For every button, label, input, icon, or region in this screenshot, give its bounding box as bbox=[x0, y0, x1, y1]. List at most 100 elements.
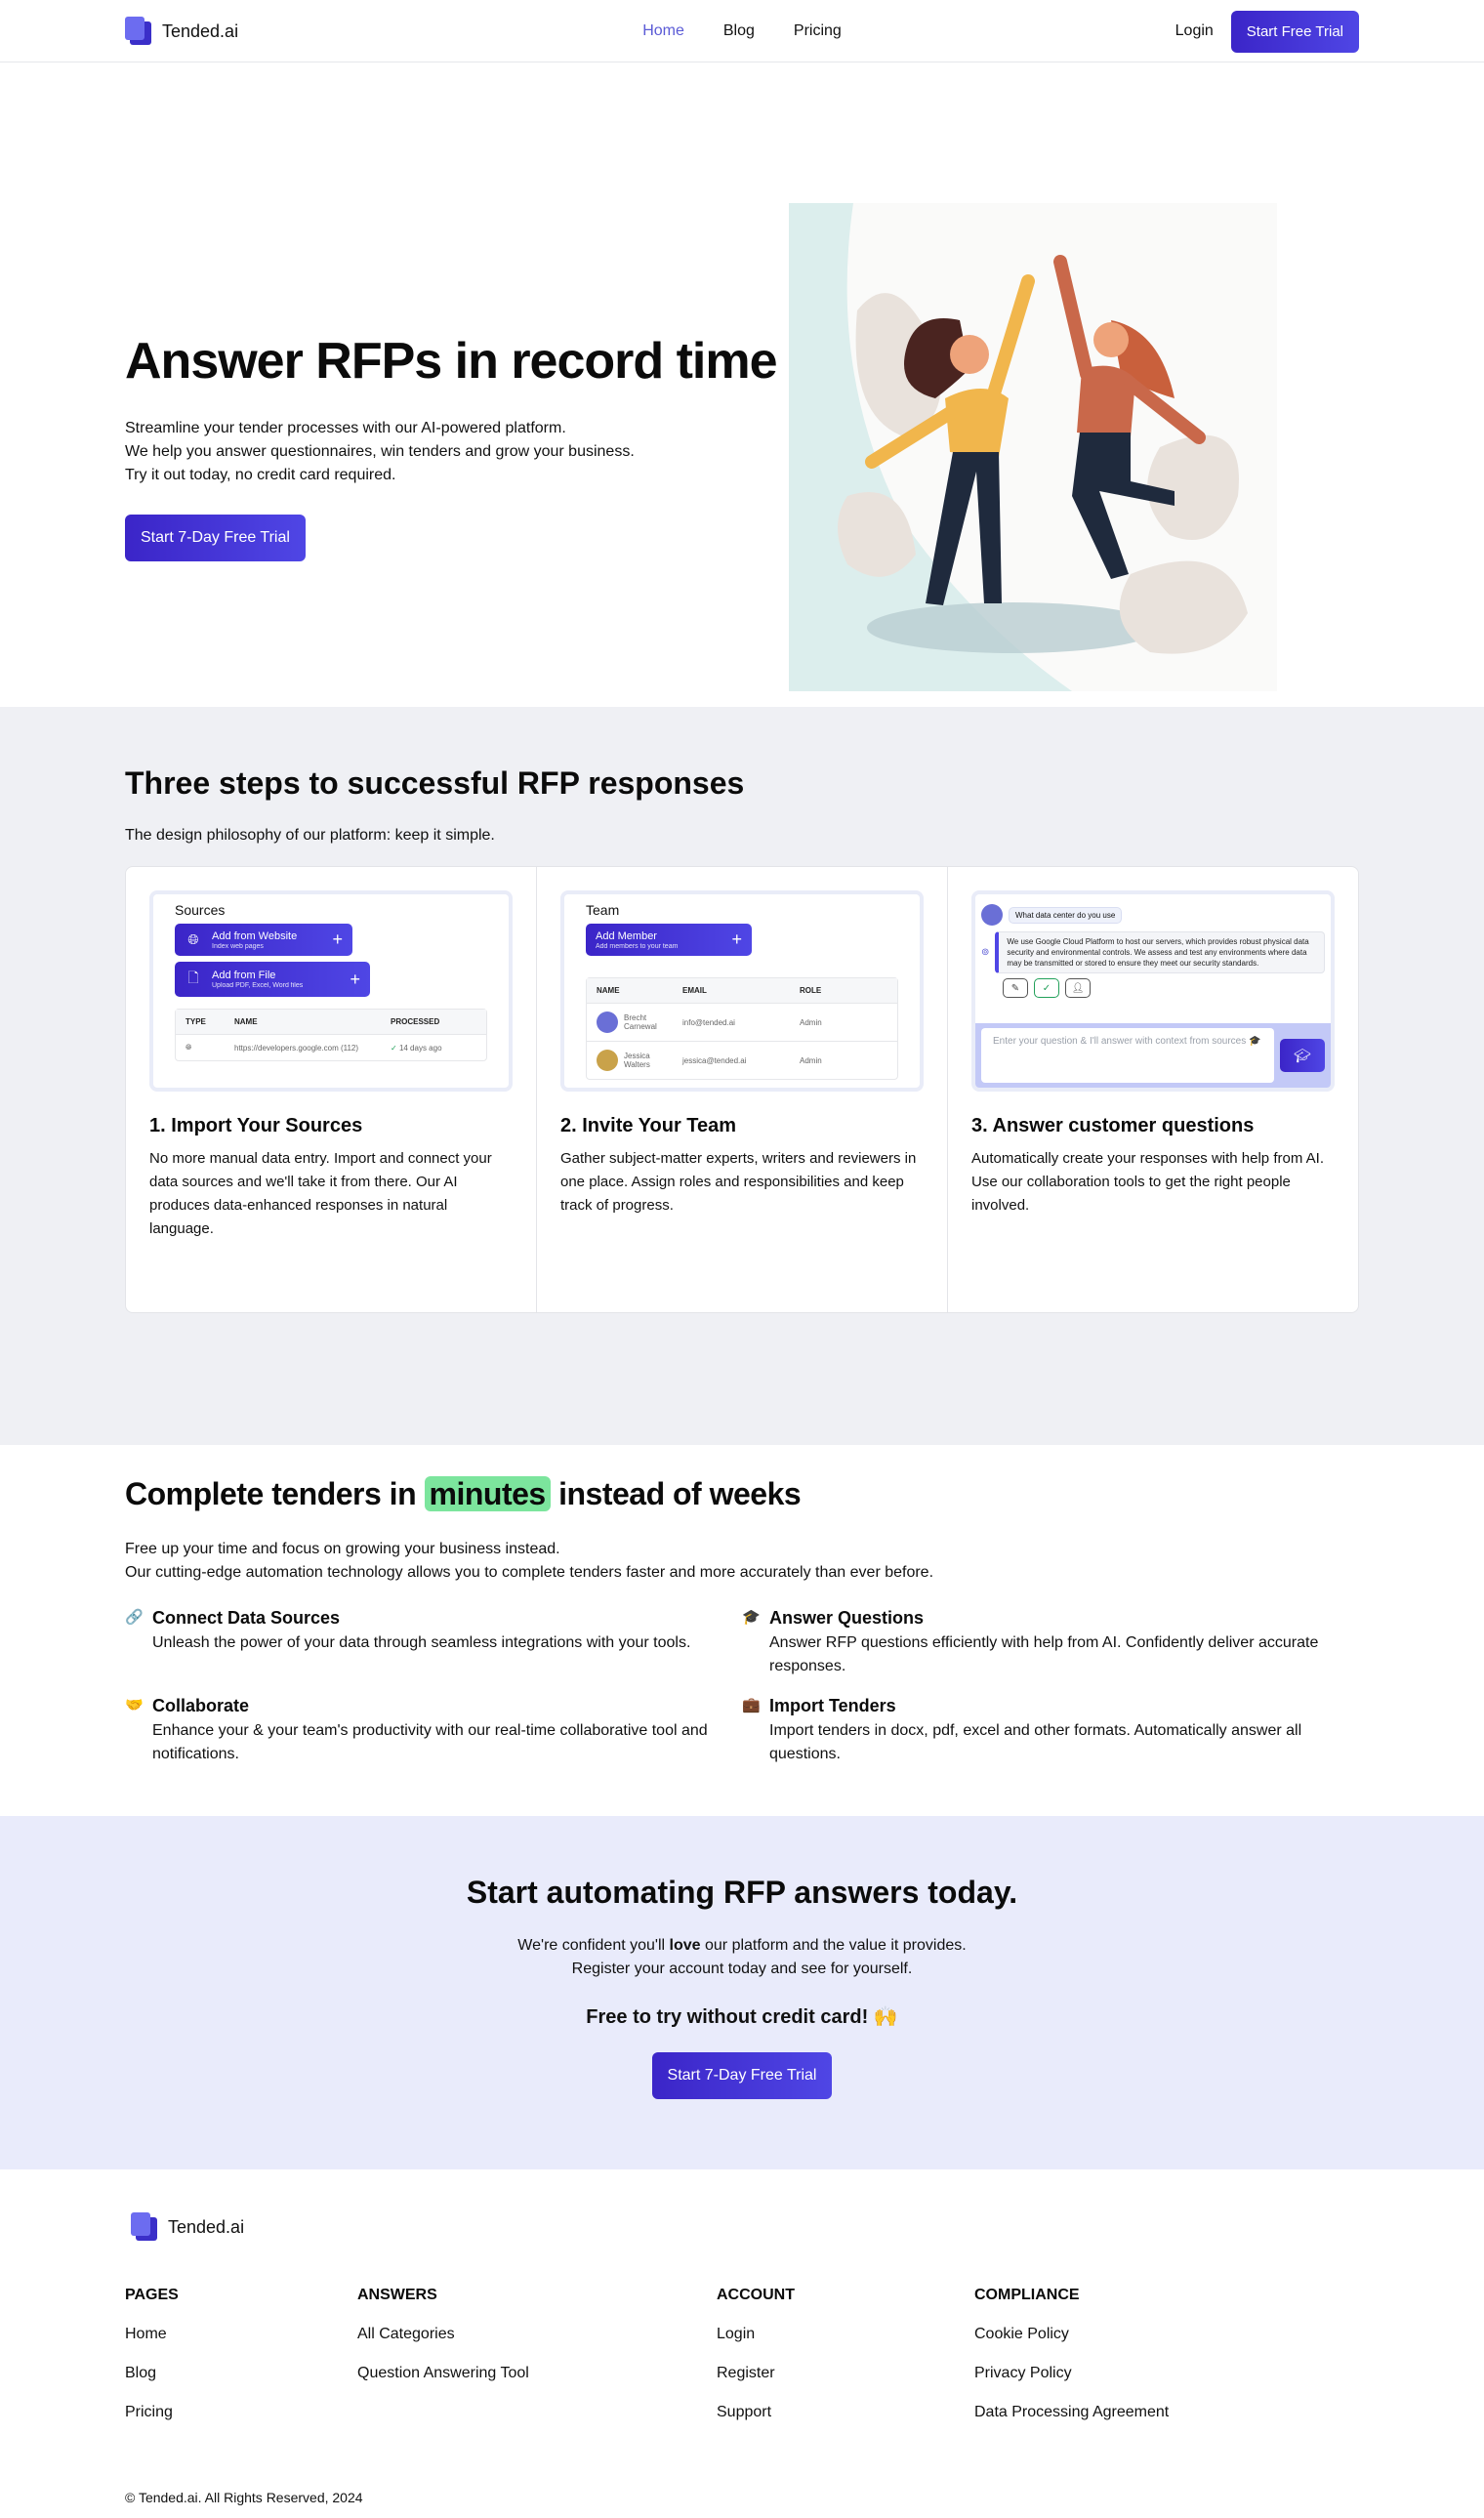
footer-heading: ACCOUNT bbox=[717, 2287, 795, 2303]
step-title: 2. Invite Your Team bbox=[560, 1115, 737, 1136]
cta-title: Start automating RFP answers today. bbox=[466, 1875, 1018, 1910]
link-icon: 🔗 bbox=[125, 1609, 144, 1626]
footer-link-cookie-policy[interactable]: Cookie Policy bbox=[974, 2326, 1169, 2343]
copyright: © Tended.ai. All Rights Reserved, 2024 bbox=[125, 2490, 363, 2505]
member-email: jessica@tended.ai bbox=[682, 1055, 747, 1065]
edit-icon[interactable]: ✎ bbox=[1003, 978, 1028, 998]
member-role: Admin bbox=[800, 1017, 822, 1027]
hero-line-1: Streamline your tender processes with ou… bbox=[125, 420, 566, 437]
feature-import-tenders: 💼 Import Tenders Import tenders in docx, … bbox=[742, 1694, 1359, 1766]
logo-link[interactable]: Tended.ai bbox=[125, 17, 238, 46]
check-icon[interactable]: ✓ bbox=[1034, 978, 1059, 998]
footer-link-question-answering-tool[interactable]: Question Answering Tool bbox=[357, 2365, 717, 2382]
cta-text-line-2: Register your account today and see for … bbox=[571, 1961, 913, 1977]
nav-link-pricing[interactable]: Pricing bbox=[794, 22, 842, 40]
features-lead: Free up your time and focus on growing y… bbox=[125, 1538, 1359, 1585]
footer-link-home[interactable]: Home bbox=[125, 2326, 357, 2343]
title-part: Complete tenders in bbox=[125, 1476, 425, 1511]
step-text: Automatically create your responses with… bbox=[971, 1150, 1324, 1214]
plus-icon: + bbox=[350, 969, 360, 989]
footer-heading: PAGES bbox=[125, 2287, 179, 2303]
briefcase-icon: 💼 bbox=[742, 1697, 761, 1713]
step-card-answer: What data center do you use ⊚ We use Goo… bbox=[948, 867, 1358, 1312]
add-from-file-button[interactable]: 🗋 Add from File Upload PDF, Excel, Word f… bbox=[175, 962, 370, 997]
nav-link-blog[interactable]: Blog bbox=[723, 22, 755, 40]
hero-section: Answer RFPs in record time Streamline yo… bbox=[0, 62, 1484, 707]
logo-icon bbox=[131, 2212, 158, 2242]
step-card-sources: Sources 🌐︎ Add from Website Index web pag… bbox=[126, 867, 537, 1312]
processed-status: ✓ 14 days ago bbox=[391, 1044, 442, 1053]
globe-icon: 🌐︎ bbox=[187, 931, 199, 947]
cta-text-part: We're confident you'll bbox=[517, 1937, 670, 1954]
cta-text-part: our platform and the value it provides. bbox=[700, 1937, 967, 1954]
question-bubble: What data center do you use bbox=[1009, 906, 1123, 924]
start-free-trial-button[interactable]: Start Free Trial bbox=[1230, 10, 1359, 53]
footer-logo[interactable]: Tended.ai bbox=[131, 2212, 1359, 2242]
footer-link-blog[interactable]: Blog bbox=[125, 2365, 357, 2382]
sources-mockup: Sources 🌐︎ Add from Website Index web pag… bbox=[149, 890, 513, 1092]
feature-connect-data-sources: 🔗 Connect Data Sources Unleash the power … bbox=[125, 1606, 742, 1678]
footer-link-all-categories[interactable]: All Categories bbox=[357, 2326, 717, 2343]
sources-heading: Sources bbox=[175, 902, 226, 918]
footer-link-pricing[interactable]: Pricing bbox=[125, 2404, 357, 2421]
footer-link-privacy-policy[interactable]: Privacy Policy bbox=[974, 2365, 1169, 2382]
column-header-processed: PROCESSED bbox=[391, 1017, 440, 1026]
cta-trial-button[interactable]: Start 7-Day Free Trial bbox=[651, 2052, 833, 2099]
graduation-cap-icon: 🎓 bbox=[742, 1609, 761, 1626]
lead-line-2: Our cutting-edge automation technology a… bbox=[125, 1564, 934, 1581]
add-member-button[interactable]: Add Member Add members to your team + bbox=[586, 924, 752, 956]
hero-trial-button[interactable]: Start 7-Day Free Trial bbox=[125, 515, 306, 562]
footer-column-account: ACCOUNT Login Register Support bbox=[717, 2287, 974, 2421]
team-table: NAME EMAIL ROLE Brecht Carnewal info@ten… bbox=[586, 977, 898, 1080]
nav-link-home[interactable]: Home bbox=[642, 22, 684, 40]
question-input[interactable]: Enter your question & I'll answer with c… bbox=[981, 1028, 1274, 1083]
graduation-cap-icon[interactable]: 🎓︎ bbox=[1280, 1039, 1325, 1072]
footer-heading: ANSWERS bbox=[357, 2287, 437, 2303]
add-file-subtitle: Upload PDF, Excel, Word files bbox=[212, 982, 304, 989]
avatar bbox=[597, 1050, 618, 1071]
footer-link-data-processing-agreement[interactable]: Data Processing Agreement bbox=[974, 2404, 1169, 2421]
steps-subtitle: The design philosophy of our platform: k… bbox=[125, 827, 495, 844]
column-header-role: ROLE bbox=[800, 986, 822, 995]
step-title: 1. Import Your Sources bbox=[149, 1115, 363, 1136]
highlighted-word: minutes bbox=[424, 1476, 551, 1511]
lead-line-1: Free up your time and focus on growing y… bbox=[125, 1541, 560, 1557]
plus-icon: + bbox=[332, 929, 343, 949]
avatar bbox=[597, 1011, 618, 1033]
footer-column-compliance: COMPLIANCE Cookie Policy Privacy Policy … bbox=[974, 2287, 1169, 2421]
handshake-icon: 🤝 bbox=[125, 1697, 144, 1713]
column-header-email: EMAIL bbox=[682, 986, 707, 995]
team-heading: Team bbox=[586, 902, 620, 918]
add-user-icon[interactable]: 👤︎ bbox=[1065, 978, 1091, 998]
logo-icon bbox=[125, 17, 152, 46]
add-file-title: Add from File bbox=[212, 970, 276, 981]
step-text: No more manual data entry. Import and co… bbox=[149, 1150, 492, 1237]
table-row: 🌐︎ https://developers.google.com (112) ✓… bbox=[176, 1035, 486, 1060]
steps-cards: Sources 🌐︎ Add from Website Index web pag… bbox=[125, 866, 1359, 1313]
member-name: Jessica Walters bbox=[624, 1052, 650, 1069]
free-trial-note: Free to try without credit card! 🙌 bbox=[586, 2006, 898, 2028]
feature-text: Unleash the power of your data through s… bbox=[152, 1634, 691, 1651]
member-name: Brecht Carnewal bbox=[624, 1013, 657, 1031]
footer-link-login[interactable]: Login bbox=[717, 2326, 974, 2343]
feature-collaborate: 🤝 Collaborate Enhance your & your team's … bbox=[125, 1694, 742, 1766]
table-row: Brecht Carnewal info@tended.ai Admin bbox=[587, 1004, 897, 1042]
answer-bubble: We use Google Cloud Platform to host our… bbox=[995, 931, 1325, 973]
source-name: https://developers.google.com (112) bbox=[234, 1043, 359, 1053]
hero-illustration bbox=[789, 203, 1277, 691]
logo-text: Tended.ai bbox=[162, 21, 239, 41]
search-icon: ⊚ bbox=[981, 947, 990, 958]
hero-title: Answer RFPs in record time bbox=[125, 333, 778, 390]
footer-heading: COMPLIANCE bbox=[974, 2287, 1080, 2303]
add-from-website-button[interactable]: 🌐︎ Add from Website Index web pages + bbox=[175, 924, 352, 956]
footer-link-support[interactable]: Support bbox=[717, 2404, 974, 2421]
cta-text: We're confident you'll love our platform… bbox=[0, 1934, 1484, 1981]
question-input-bar: Enter your question & I'll answer with c… bbox=[975, 1023, 1331, 1088]
hero-description: Streamline your tender processes with ou… bbox=[125, 417, 777, 487]
step-title: 3. Answer customer questions bbox=[971, 1115, 1255, 1136]
feature-text: Enhance your & your team's productivity … bbox=[152, 1722, 708, 1762]
login-link[interactable]: Login bbox=[1175, 22, 1214, 40]
globe-icon: 🌐︎ bbox=[186, 1043, 192, 1052]
column-header-type: TYPE bbox=[186, 1017, 206, 1026]
footer-link-register[interactable]: Register bbox=[717, 2365, 974, 2382]
